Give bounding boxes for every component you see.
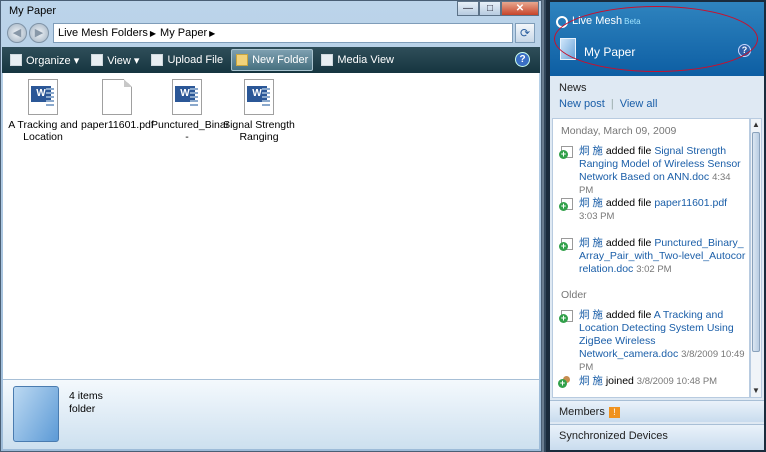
feed-time: 3:02 PM (636, 264, 672, 275)
news-feed: Monday, March 09, 2009 炯 施 added file Si… (552, 118, 750, 398)
scroll-down-icon[interactable]: ▼ (751, 386, 761, 396)
news-heading: News (559, 82, 587, 94)
view-icon (91, 54, 104, 66)
new-post-link[interactable]: New post (559, 98, 605, 110)
mesh-header: Live Mesh Beta My Paper ? (550, 2, 764, 76)
feed-user[interactable]: 炯 施 (579, 237, 603, 249)
window-controls: — □ ✕ (457, 1, 539, 16)
file-added-icon (559, 146, 573, 159)
feed-date-today: Monday, March 09, 2009 (561, 125, 677, 137)
feed-date-older: Older (561, 289, 587, 301)
item-count: 4 items (69, 390, 103, 402)
details-pane: 4 items folder (3, 379, 539, 449)
feed-item: 炯 施 added file A Tracking and Location D… (559, 309, 747, 374)
file-added-icon (559, 310, 573, 323)
file-list: W A Tracking and Location paper11601.pdf… (3, 73, 539, 379)
members-label: Members (559, 406, 605, 418)
organize-icon (10, 54, 22, 66)
organize-label: Organize ▾ (26, 54, 80, 67)
file-item[interactable]: W A Tracking and Location (7, 79, 79, 143)
feed-action: added file (605, 309, 652, 321)
feed-item: 炯 施 added file Punctured_Binary_Array_Pa… (559, 237, 747, 276)
media-view-label: Media View (337, 54, 395, 66)
live-mesh-panel: Live Mesh Beta My Paper ? News New post | V… (544, 0, 766, 452)
forward-button[interactable]: ▶ (29, 23, 49, 43)
help-icon[interactable]: ? (515, 52, 530, 67)
feed-user[interactable]: 炯 施 (579, 309, 603, 321)
close-button[interactable]: ✕ (501, 1, 539, 16)
upload-file-label: Upload File (167, 54, 224, 66)
scroll-up-icon[interactable]: ▲ (751, 120, 761, 130)
new-folder-icon (236, 54, 249, 66)
feed-action: joined (605, 375, 634, 387)
file-name: Punctured_Binar - (151, 119, 230, 143)
back-button[interactable]: ◀ (7, 23, 27, 43)
refresh-icon[interactable]: ⟳ (515, 23, 535, 43)
feed-user[interactable]: 炯 施 (579, 145, 603, 157)
organize-menu[interactable]: Organize ▾ (6, 49, 83, 71)
file-name: Signal Strength Ranging (223, 119, 295, 143)
media-view-icon (321, 54, 334, 66)
file-name: paper11601.pdf (81, 119, 154, 131)
breadcrumb-live-mesh-folders[interactable]: Live Mesh Folders (58, 27, 148, 39)
feed-action: added file (605, 197, 652, 209)
feed-action: added file (605, 237, 652, 249)
maximize-button[interactable]: □ (479, 1, 501, 16)
feed-scrollbar[interactable]: ▲ ▼ (750, 118, 762, 398)
user-joined-icon (558, 376, 573, 388)
file-added-icon (559, 198, 573, 211)
item-type: folder (69, 403, 96, 415)
window-title: My Paper (9, 5, 57, 17)
pdf-file-icon (102, 79, 132, 115)
command-toolbar: Organize ▾ View ▾ Upload File New Folder… (2, 47, 540, 73)
breadcrumb-separator-icon[interactable]: ▶ (209, 29, 215, 38)
folder-icon (13, 386, 59, 442)
feed-item: 炯 施 added file paper11601.pdf 3:03 PM (559, 197, 747, 223)
red-highlight-ellipse (554, 6, 758, 72)
view-label: View ▾ (107, 54, 140, 67)
view-all-link[interactable]: View all (620, 98, 658, 110)
address-field[interactable]: Live Mesh Folders ▶ My Paper ▶ (53, 23, 513, 43)
title-bar: My Paper — □ ✕ (1, 1, 541, 21)
view-menu[interactable]: View ▾ (87, 49, 143, 71)
feed-time: 3/8/2009 10:48 PM (636, 376, 718, 387)
file-item[interactable]: W Signal Strength Ranging (223, 79, 295, 143)
feed-item: 炯 施 added file Signal Strength Ranging M… (559, 145, 747, 197)
upload-icon (151, 54, 164, 66)
file-name: A Tracking and Location (8, 119, 78, 143)
new-folder-button[interactable]: New Folder (231, 49, 314, 71)
media-view-button[interactable]: Media View (317, 49, 398, 71)
file-added-icon (559, 238, 573, 251)
feed-user[interactable]: 炯 施 (579, 197, 603, 209)
sync-devices-label: Synchronized Devices (559, 430, 668, 442)
address-bar: ◀ ▶ Live Mesh Folders ▶ My Paper ▶ ⟳ (5, 21, 539, 45)
file-item[interactable]: paper11601.pdf (81, 79, 154, 131)
feed-file-link[interactable]: paper11601.pdf (654, 197, 727, 209)
synchronized-devices-section[interactable]: Synchronized Devices (550, 424, 764, 450)
feed-time: 3:03 PM (579, 211, 615, 222)
feed-user[interactable]: 炯 施 (579, 375, 603, 387)
word-doc-icon: W (244, 79, 274, 115)
breadcrumb-separator-icon[interactable]: ▶ (150, 29, 156, 38)
upload-file-button[interactable]: Upload File (147, 49, 227, 71)
news-links: New post | View all (559, 98, 658, 110)
file-item[interactable]: W Punctured_Binar - (151, 79, 230, 143)
members-alert-icon: ! (608, 407, 620, 418)
word-doc-icon: W (28, 79, 58, 115)
members-section[interactable]: Members! (550, 400, 764, 422)
new-folder-label: New Folder (252, 54, 309, 66)
breadcrumb-my-paper[interactable]: My Paper (160, 27, 207, 39)
word-doc-icon: W (172, 79, 202, 115)
scroll-thumb[interactable] (752, 132, 760, 352)
feed-item: 炯 施 joined 3/8/2009 10:48 PM (558, 375, 747, 388)
feed-action: added file (605, 145, 652, 157)
minimize-button[interactable]: — (457, 1, 479, 16)
explorer-window: My Paper — □ ✕ ◀ ▶ Live Mesh Folders ▶ M… (0, 0, 542, 452)
